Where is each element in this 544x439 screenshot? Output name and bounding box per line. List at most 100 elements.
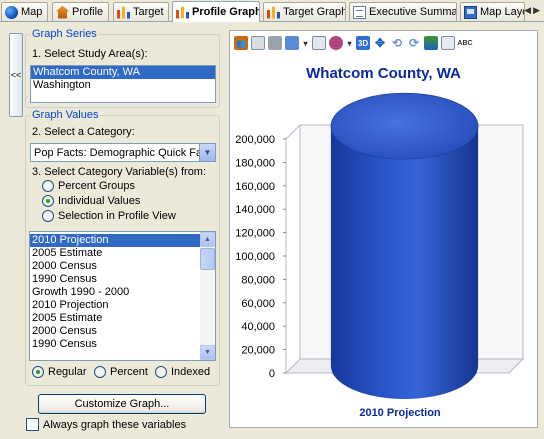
- people-icon[interactable]: 👥: [234, 36, 248, 50]
- collapse-panel-button[interactable]: <<: [9, 33, 23, 117]
- list-item[interactable]: 2005 Estimate: [30, 247, 215, 260]
- radio-button[interactable]: [42, 210, 54, 222]
- y-tick-label: 80,000: [241, 274, 275, 286]
- variable-list[interactable]: 2010 Projection 2005 Estimate 2000 Censu…: [29, 231, 216, 361]
- radio-button[interactable]: [32, 366, 44, 378]
- bar-series: [330, 92, 479, 400]
- chart-3d-frame: [284, 124, 525, 374]
- always-graph-checkbox-row[interactable]: Always graph these variables: [26, 418, 186, 431]
- y-tick-label: 200,000: [235, 134, 275, 146]
- tab-label: Executive Summary: [369, 6, 457, 18]
- list-item[interactable]: 2010 Projection: [30, 299, 215, 312]
- dropdown-arrow-icon[interactable]: ▾: [302, 36, 309, 50]
- tab-label: Map: [21, 6, 43, 18]
- source-radio-selection-profile[interactable]: Selection in Profile View: [42, 210, 176, 222]
- data-table-icon[interactable]: [441, 36, 455, 50]
- collapse-label: <<: [10, 70, 22, 80]
- radio-button[interactable]: [42, 180, 54, 192]
- color-icon[interactable]: [424, 36, 438, 50]
- bar-chart-icon: [176, 6, 189, 19]
- chart-title: Whatcom County, WA: [306, 65, 461, 82]
- tab-map-layout[interactable]: Map Layo: [460, 2, 525, 21]
- globe-icon: [5, 5, 18, 19]
- y-tick-label: 180,000: [235, 157, 275, 169]
- 3d-icon[interactable]: 3D: [356, 36, 370, 50]
- rotate-right-icon[interactable]: ⟳: [407, 36, 421, 50]
- always-graph-checkbox[interactable]: [26, 418, 39, 431]
- step2-label: 2. Select a Category:: [32, 126, 135, 138]
- always-graph-label: Always graph these variables: [43, 418, 187, 431]
- chart-back-wall: [299, 124, 524, 360]
- list-item[interactable]: Growth 1990 - 2000: [30, 286, 215, 299]
- scale-radio-percent[interactable]: Percent: [94, 366, 148, 378]
- list-item[interactable]: 2005 Estimate: [30, 312, 215, 325]
- radio-label: Individual Values: [58, 195, 141, 207]
- y-tick-label: 160,000: [235, 181, 275, 193]
- radio-label: Selection in Profile View: [58, 210, 176, 222]
- radio-label: Indexed: [171, 366, 211, 378]
- legend-icon[interactable]: [312, 36, 326, 50]
- bar-chart: 0 20,000 40,000 60,000 80,000 100,000 120,000 1…: [235, 92, 525, 400]
- chart-floor: [284, 358, 525, 374]
- scrollbar-thumb[interactable]: [200, 248, 215, 270]
- customize-graph-button[interactable]: Customize Graph...: [38, 394, 206, 414]
- y-tick-label: 40,000: [241, 321, 275, 333]
- move-icon[interactable]: ✥: [373, 36, 387, 50]
- chart-type-icon[interactable]: [285, 36, 299, 50]
- scale-radio-indexed[interactable]: Indexed: [155, 366, 210, 378]
- tab-target-graph[interactable]: Target Graph: [263, 2, 346, 21]
- tab-map[interactable]: Map: [1, 2, 48, 21]
- source-radio-individual-values[interactable]: Individual Values: [42, 195, 140, 207]
- scroll-down-icon[interactable]: ▼: [200, 345, 215, 360]
- list-item[interactable]: 2000 Census: [30, 260, 215, 273]
- study-area-list[interactable]: Whatcom County, WA Washington: [30, 65, 216, 103]
- chart-side-edge: [285, 124, 301, 140]
- palette-icon[interactable]: [329, 36, 343, 50]
- study-area-item[interactable]: Whatcom County, WA: [31, 66, 215, 79]
- tab-label: Profile: [72, 6, 104, 18]
- scale-radio-regular[interactable]: Regular: [32, 366, 87, 378]
- tab-scroll-arrows-icon[interactable]: ◀▶: [524, 5, 542, 16]
- graph-series-legend: Graph Series: [32, 28, 97, 40]
- list-item[interactable]: 1990 Census: [30, 273, 215, 286]
- source-radio-percent-groups[interactable]: Percent Groups: [42, 180, 135, 192]
- bar-cylinder: [330, 126, 479, 400]
- list-item[interactable]: 2000 Census: [30, 325, 215, 338]
- variable-list-scrollbar[interactable]: ▲ ▼: [200, 232, 215, 360]
- radio-button[interactable]: [94, 366, 106, 378]
- y-tick-label: 100,000: [235, 251, 275, 263]
- radio-label: Regular: [48, 366, 87, 378]
- rotate-left-icon[interactable]: ⟲: [390, 36, 404, 50]
- radio-label: Percent: [110, 366, 148, 378]
- document-icon: [353, 5, 366, 19]
- copy-icon[interactable]: [251, 36, 265, 50]
- tab-target[interactable]: Target: [113, 2, 169, 21]
- radio-button[interactable]: [42, 195, 54, 207]
- category-select-value: Pop Facts: Demographic Quick Facts: [34, 146, 199, 159]
- y-tick-label: 0: [269, 368, 275, 380]
- house-icon: [56, 5, 69, 19]
- customize-graph-label: Customize Graph...: [74, 398, 170, 410]
- step3-label: 3. Select Category Variable(s) from:: [32, 166, 207, 178]
- abc-labels-icon[interactable]: ABC: [457, 36, 472, 50]
- y-axis: 0 20,000 40,000 60,000 80,000 100,000 120,000 1…: [235, 134, 286, 380]
- chart-toolbar: 👥 ▾ ▾ 3D ✥ ⟲ ⟳ ABC: [234, 36, 473, 50]
- x-category-label: 2010 Projection: [359, 407, 441, 419]
- list-item[interactable]: 1990 Census: [30, 338, 215, 351]
- step1-label: 1. Select Study Area(s):: [32, 48, 148, 60]
- bar-chart-icon: [267, 6, 280, 19]
- print-icon[interactable]: [268, 36, 282, 50]
- list-item[interactable]: 2010 Projection: [30, 234, 215, 247]
- y-tick-label: 140,000: [235, 204, 275, 216]
- chevron-down-icon[interactable]: ▼: [199, 144, 215, 161]
- tab-label: Target: [133, 6, 164, 18]
- study-area-item[interactable]: Washington: [31, 79, 215, 92]
- tab-profile-graph[interactable]: Profile Graph: [172, 1, 260, 22]
- scroll-up-icon[interactable]: ▲: [200, 232, 215, 247]
- tab-profile[interactable]: Profile: [52, 2, 109, 21]
- bar-cylinder-top: [330, 92, 479, 160]
- radio-button[interactable]: [155, 366, 167, 378]
- category-select[interactable]: Pop Facts: Demographic Quick Facts ▼: [30, 143, 216, 162]
- dropdown-arrow-icon[interactable]: ▾: [346, 36, 353, 50]
- tab-executive-summary[interactable]: Executive Summary: [349, 2, 457, 21]
